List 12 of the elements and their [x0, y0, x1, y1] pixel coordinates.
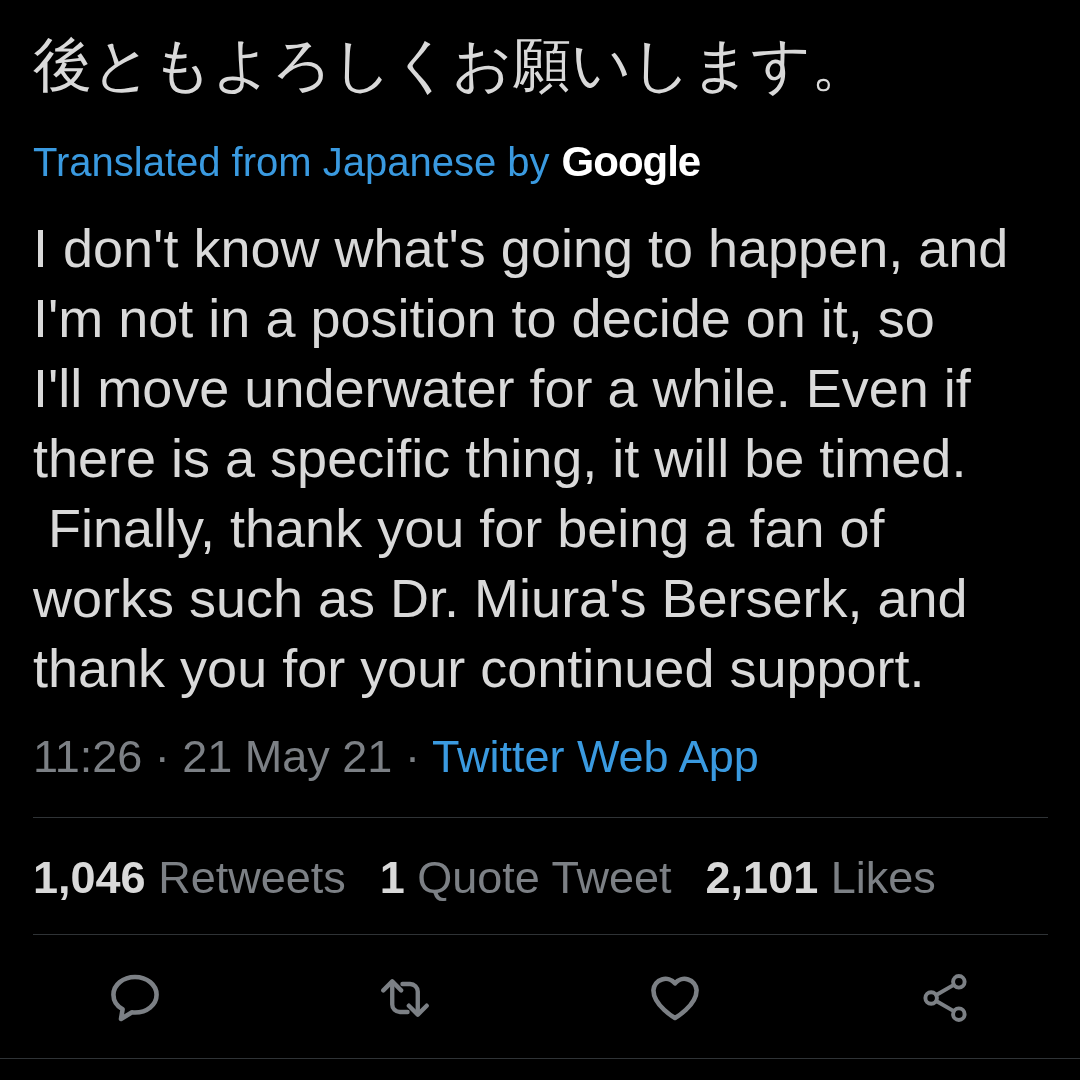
- stat-link[interactable]: 1,046 Retweets: [33, 853, 346, 903]
- original-text: 後ともよろしくお願いします。: [33, 31, 870, 100]
- heart-icon[interactable]: [651, 974, 699, 1022]
- share-icon[interactable]: [921, 974, 969, 1022]
- stat-link[interactable]: 2,101 Likes: [705, 853, 936, 903]
- translation-note[interactable]: Translated from Japanese by: [33, 137, 550, 187]
- speech-bubble-icon[interactable]: [111, 974, 159, 1022]
- stat-link[interactable]: 1 Quote Tweet: [379, 853, 672, 903]
- provider-wordmark: Google: [561, 137, 701, 187]
- timestamp: 11:26 · 21 May 21 ·: [33, 732, 420, 782]
- translated-text: I don't know what's going to happen, and I'm not in a position to decide on it, so I'll move underwater for a while. Even if there is a specific thing, it will be timed. Finally, thank you for being a fan of works such as Dr. Miura's Berserk, and thank you for your continued support.: [33, 217, 1009, 700]
- source-link[interactable]: Twitter Web App: [431, 732, 759, 782]
